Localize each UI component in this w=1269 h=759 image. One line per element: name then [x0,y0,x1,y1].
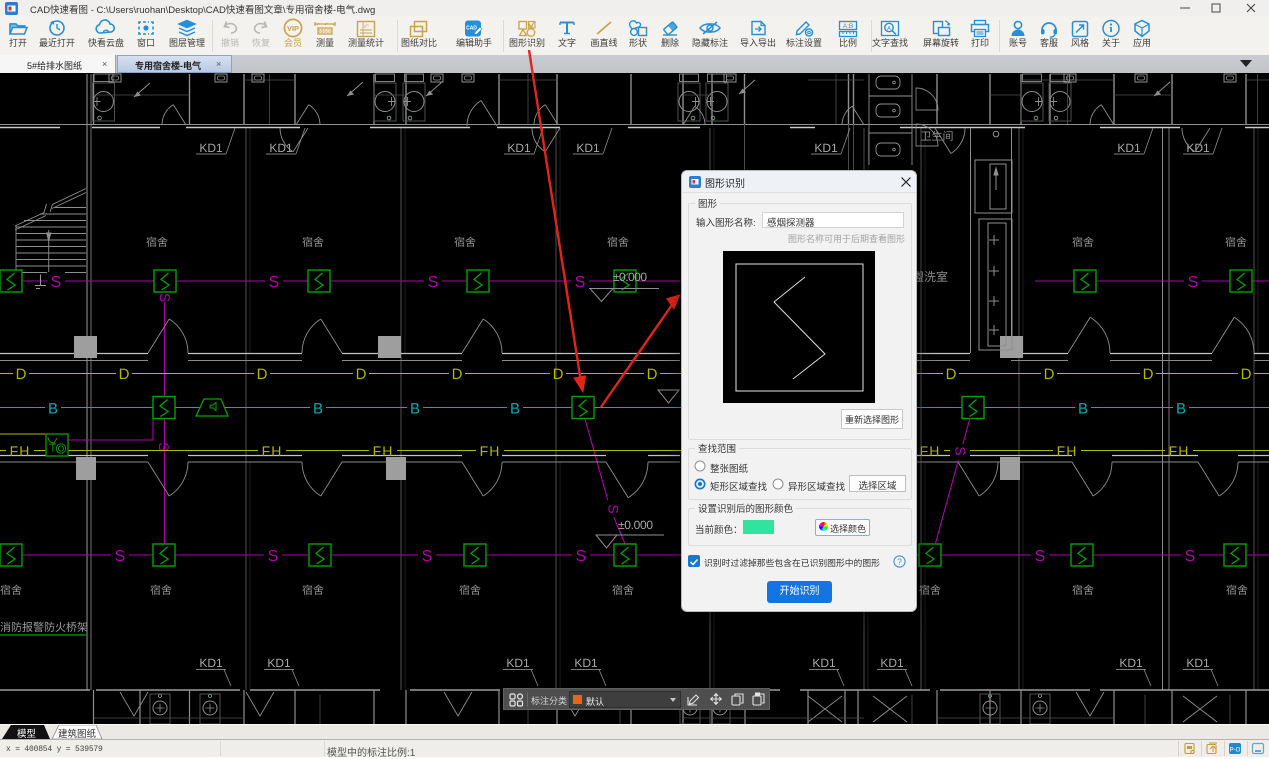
svg-text:D: D [1143,366,1154,383]
svg-text:S: S [428,274,439,291]
svg-text:38600: 38600 [317,29,332,35]
svg-text:KD1: KD1 [814,141,838,155]
svg-text:±0.000: ±0.000 [613,270,647,284]
svg-text:宿舍: 宿舍 [302,584,324,597]
svg-text:KD1: KD1 [1119,656,1143,670]
svg-text:KD1: KD1 [199,141,223,155]
svg-text:?: ? [897,557,902,567]
svg-text:S: S [115,548,126,565]
svg-text:D: D [257,366,268,383]
svg-text:D: D [16,366,27,383]
svg-text:KD1: KD1 [812,656,836,670]
svg-text:宿舍: 宿舍 [612,584,634,597]
svg-text:CAD: CAD [466,25,477,31]
svg-text:S: S [575,274,586,291]
svg-text:宿舍: 宿舍 [919,584,941,597]
svg-text:宿舍: 宿舍 [146,236,168,249]
svg-text:B: B [313,401,323,418]
svg-text:KD1: KD1 [507,141,531,155]
svg-text:宿舍: 宿舍 [302,236,324,249]
svg-text:消防报警防火桥架: 消防报警防火桥架 [0,621,88,634]
svg-text:√ⁿ: √ⁿ [363,23,368,30]
svg-text:D: D [647,366,658,383]
svg-text:S: S [268,548,279,565]
svg-text:D: D [1044,366,1055,383]
svg-text:S: S [1185,548,1196,565]
svg-text:FH: FH [1169,443,1190,459]
svg-text:宿舍: 宿舍 [454,236,476,249]
svg-text:KD1: KD1 [574,656,598,670]
svg-text:盥洗室: 盥洗室 [912,270,948,284]
svg-text:D: D [946,366,957,383]
svg-text:S: S [1188,274,1199,291]
svg-text:宿舍: 宿舍 [1072,584,1094,597]
svg-text:A:B: A:B [843,23,853,30]
svg-text:FH: FH [480,443,501,459]
svg-text:FH: FH [262,443,283,459]
svg-text:S: S [1035,548,1046,565]
svg-text:D: D [1241,366,1252,383]
svg-text:KD1: KD1 [269,141,293,155]
svg-text:宿舍: 宿舍 [1072,236,1094,249]
svg-text:P-O: P-O [1230,748,1241,754]
svg-text:D: D [119,366,130,383]
svg-text:D: D [452,366,463,383]
svg-text:S: S [157,293,173,302]
svg-text:A: A [887,26,891,32]
svg-text:B: B [48,401,58,418]
svg-text:KD1: KD1 [1117,141,1141,155]
svg-text:宿舍: 宿舍 [1225,236,1247,249]
svg-text:S: S [576,548,587,565]
svg-text:宿舍: 宿舍 [0,584,22,597]
svg-text:KD1: KD1 [1186,656,1210,670]
svg-text:B: B [1078,401,1088,418]
svg-text:宿舍: 宿舍 [607,236,629,249]
svg-text:KD1: KD1 [199,656,223,670]
svg-text:卫生间: 卫生间 [921,130,954,143]
svg-text:S: S [606,504,622,513]
svg-text:S: S [269,274,280,291]
svg-text:FH: FH [10,443,31,459]
svg-text:KD1: KD1 [267,656,291,670]
svg-text:FH: FH [1057,443,1078,459]
svg-text:宿舍: 宿舍 [1226,584,1248,597]
svg-text:B: B [1176,401,1186,418]
svg-text:宿舍: 宿舍 [459,584,481,597]
svg-text:FH: FH [373,443,394,459]
svg-text:S: S [51,274,62,291]
svg-text:S: S [422,548,433,565]
svg-text:FH: FH [920,443,941,459]
svg-text:KD1: KD1 [880,656,904,670]
svg-text:S: S [953,446,969,455]
svg-text:KD1: KD1 [506,656,530,670]
svg-text:D: D [356,366,367,383]
svg-text:D: D [553,366,564,383]
svg-text:KD1: KD1 [576,141,600,155]
svg-text:宿舍: 宿舍 [150,584,172,597]
svg-text:B: B [410,401,420,418]
svg-text:±0.000: ±0.000 [618,518,653,532]
svg-text:B: B [510,401,520,418]
